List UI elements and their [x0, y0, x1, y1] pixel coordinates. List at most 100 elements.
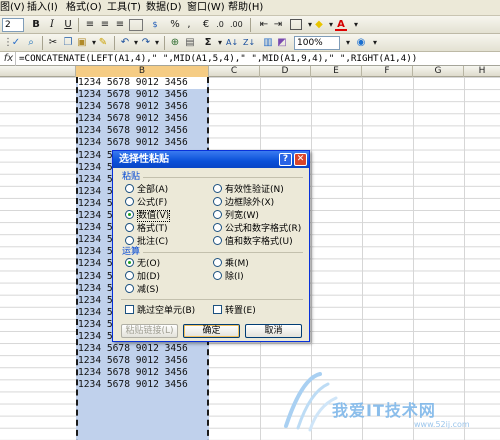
spelling-icon[interactable]: ✓ [10, 36, 22, 50]
radio-label: 除(I) [225, 272, 244, 282]
radio-operation-subtract[interactable]: 减(S) [125, 284, 159, 296]
radio-paste-formulas[interactable]: 公式(F) [125, 197, 167, 209]
menu-data[interactable]: 数据(D) [146, 1, 182, 15]
toolbar-separator [250, 18, 251, 32]
dropdown-arrow-icon[interactable]: ▾ [350, 18, 362, 32]
dropdown-arrow-icon[interactable]: ▾ [214, 36, 226, 50]
cancel-button[interactable]: 取消 [245, 324, 302, 338]
sort-descending-icon[interactable]: Z↓ [243, 36, 255, 50]
font-size-field[interactable]: 2 [2, 18, 24, 32]
menu-tools[interactable]: 工具(T) [107, 1, 141, 15]
column-header-b[interactable]: B [76, 66, 209, 77]
percent-button[interactable]: % [169, 18, 181, 32]
research-icon[interactable]: ⌕ [25, 36, 37, 50]
dialog-title-bar[interactable]: 选择性粘贴 ? ✕ [113, 151, 309, 168]
menu-bar: 图(V) 插入(I) 格式(O) 工具(T) 数据(D) 窗口(W) 帮助(H) [0, 0, 500, 16]
dropdown-arrow-icon[interactable]: ▾ [369, 36, 381, 50]
radio-paste-validation[interactable]: 有效性验证(N) [213, 184, 284, 196]
radio-operation-multiply[interactable]: 乘(M) [213, 258, 249, 270]
sort-ascending-icon[interactable]: A↓ [226, 36, 238, 50]
column-header-d[interactable]: D [260, 66, 311, 77]
format-painter-icon[interactable]: ✎ [97, 36, 109, 50]
increase-indent-icon[interactable]: ⇥ [272, 18, 284, 32]
radio-paste-values[interactable]: 数值(V) [125, 210, 171, 222]
radio-operation-none[interactable]: 无(O) [125, 258, 160, 270]
decrease-decimal-icon[interactable]: .00 [230, 18, 243, 32]
grid-line [362, 77, 363, 440]
euro-button[interactable]: € [200, 18, 212, 32]
column-header-g[interactable]: G [413, 66, 464, 77]
column-header-h[interactable]: H [464, 66, 500, 77]
currency-style-icon[interactable]: $ [149, 18, 161, 32]
menu-insert[interactable]: 插入(I) [27, 1, 58, 15]
zoom-field[interactable]: 100% [294, 36, 340, 50]
menu-help[interactable]: 帮助(H) [228, 1, 263, 15]
skip-blanks-checkbox[interactable]: 跳过空单元(B) [125, 305, 195, 317]
table-row[interactable]: 1234 5678 9012 3456 [78, 379, 207, 391]
comma-button[interactable]: , [183, 18, 195, 32]
increase-decimal-icon[interactable]: .0 [214, 18, 226, 32]
table-row[interactable]: 1234 5678 9012 3456 [78, 125, 207, 137]
table-row[interactable]: 1234 5678 9012 3456 [78, 77, 207, 90]
dialog-title: 选择性粘贴 [119, 154, 169, 165]
paste-icon[interactable]: ▣ [76, 36, 88, 50]
help-icon[interactable]: ◉ [355, 36, 367, 50]
decrease-indent-icon[interactable]: ⇤ [258, 18, 270, 32]
column-header-e[interactable]: E [311, 66, 362, 77]
borders-icon[interactable] [290, 19, 302, 30]
menu-view[interactable]: 图(V) [0, 1, 25, 15]
fill-color-icon[interactable]: ◆ [313, 18, 325, 32]
drawing-icon[interactable]: ◩ [276, 36, 288, 50]
copy-icon[interactable]: ❐ [62, 36, 74, 50]
radio-icon [213, 223, 222, 232]
toolbar-separator [78, 18, 79, 32]
cut-icon[interactable]: ✂ [47, 36, 59, 50]
radio-paste-formulas-and-number-formats[interactable]: 公式和数字格式(R) [213, 223, 301, 235]
radio-paste-formats[interactable]: 格式(T) [125, 223, 168, 235]
radio-paste-all[interactable]: 全部(A) [125, 184, 168, 196]
column-header-a-partial[interactable] [0, 66, 76, 77]
align-right-icon[interactable]: ≡ [114, 18, 126, 32]
column-header-f[interactable]: F [362, 66, 413, 77]
radio-operation-add[interactable]: 加(D) [125, 271, 160, 283]
ok-button[interactable]: 确定 [183, 324, 240, 338]
track-icon[interactable]: ▤ [184, 36, 196, 50]
underline-button[interactable]: U [62, 18, 74, 32]
radio-icon [213, 236, 222, 245]
fx-icon[interactable]: fx [2, 52, 16, 66]
radio-icon [213, 197, 222, 206]
formula-input[interactable]: =CONCATENATE(LEFT(A1,4)," ",MID(A1,5,4),… [19, 52, 417, 66]
align-left-icon[interactable]: ≡ [84, 18, 96, 32]
bold-button[interactable]: B [30, 18, 42, 32]
table-row[interactable]: 1234 5678 9012 3456 [78, 113, 207, 125]
radio-paste-all-except-borders[interactable]: 边框除外(X) [213, 197, 274, 209]
align-center-icon[interactable]: ≡ [99, 18, 111, 32]
table-row[interactable]: 1234 5678 9012 3456 [78, 89, 207, 101]
table-row[interactable]: 1234 5678 9012 3456 [78, 101, 207, 113]
close-button[interactable]: ✕ [294, 153, 307, 166]
autosum-button[interactable]: Σ [202, 36, 214, 50]
merge-center-icon[interactable] [129, 19, 143, 31]
radio-paste-column-widths[interactable]: 列宽(W) [213, 210, 259, 222]
paste-link-button[interactable]: 粘贴链接(L) [121, 324, 178, 338]
radio-paste-values-and-number-formats[interactable]: 值和数字格式(U) [213, 236, 293, 248]
radio-label: 全部(A) [137, 185, 169, 195]
help-button[interactable]: ? [279, 153, 292, 166]
transpose-checkbox[interactable]: 转置(E) [213, 305, 256, 317]
table-row[interactable]: 1234 5678 9012 3456 [78, 343, 207, 355]
dropdown-arrow-icon[interactable]: ▾ [342, 36, 354, 50]
radio-icon [213, 210, 222, 219]
table-row[interactable]: 1234 5678 9012 3456 [78, 355, 207, 367]
column-header-c[interactable]: C [209, 66, 260, 77]
italic-button[interactable]: I [46, 18, 58, 32]
dropdown-arrow-icon[interactable]: ▾ [151, 36, 163, 50]
table-row[interactable]: 1234 5678 9012 3456 [78, 137, 207, 149]
menu-format[interactable]: 格式(O) [66, 1, 102, 15]
menu-window[interactable]: 窗口(W) [187, 1, 225, 15]
radio-operation-divide[interactable]: 除(I) [213, 271, 244, 283]
chart-wizard-icon[interactable]: ▥ [262, 36, 274, 50]
hyperlink-icon[interactable]: ⊕ [169, 36, 181, 50]
font-color-button[interactable]: A [335, 18, 347, 31]
table-row[interactable]: 1234 5678 9012 3456 [78, 367, 207, 379]
grid-line [464, 77, 465, 440]
